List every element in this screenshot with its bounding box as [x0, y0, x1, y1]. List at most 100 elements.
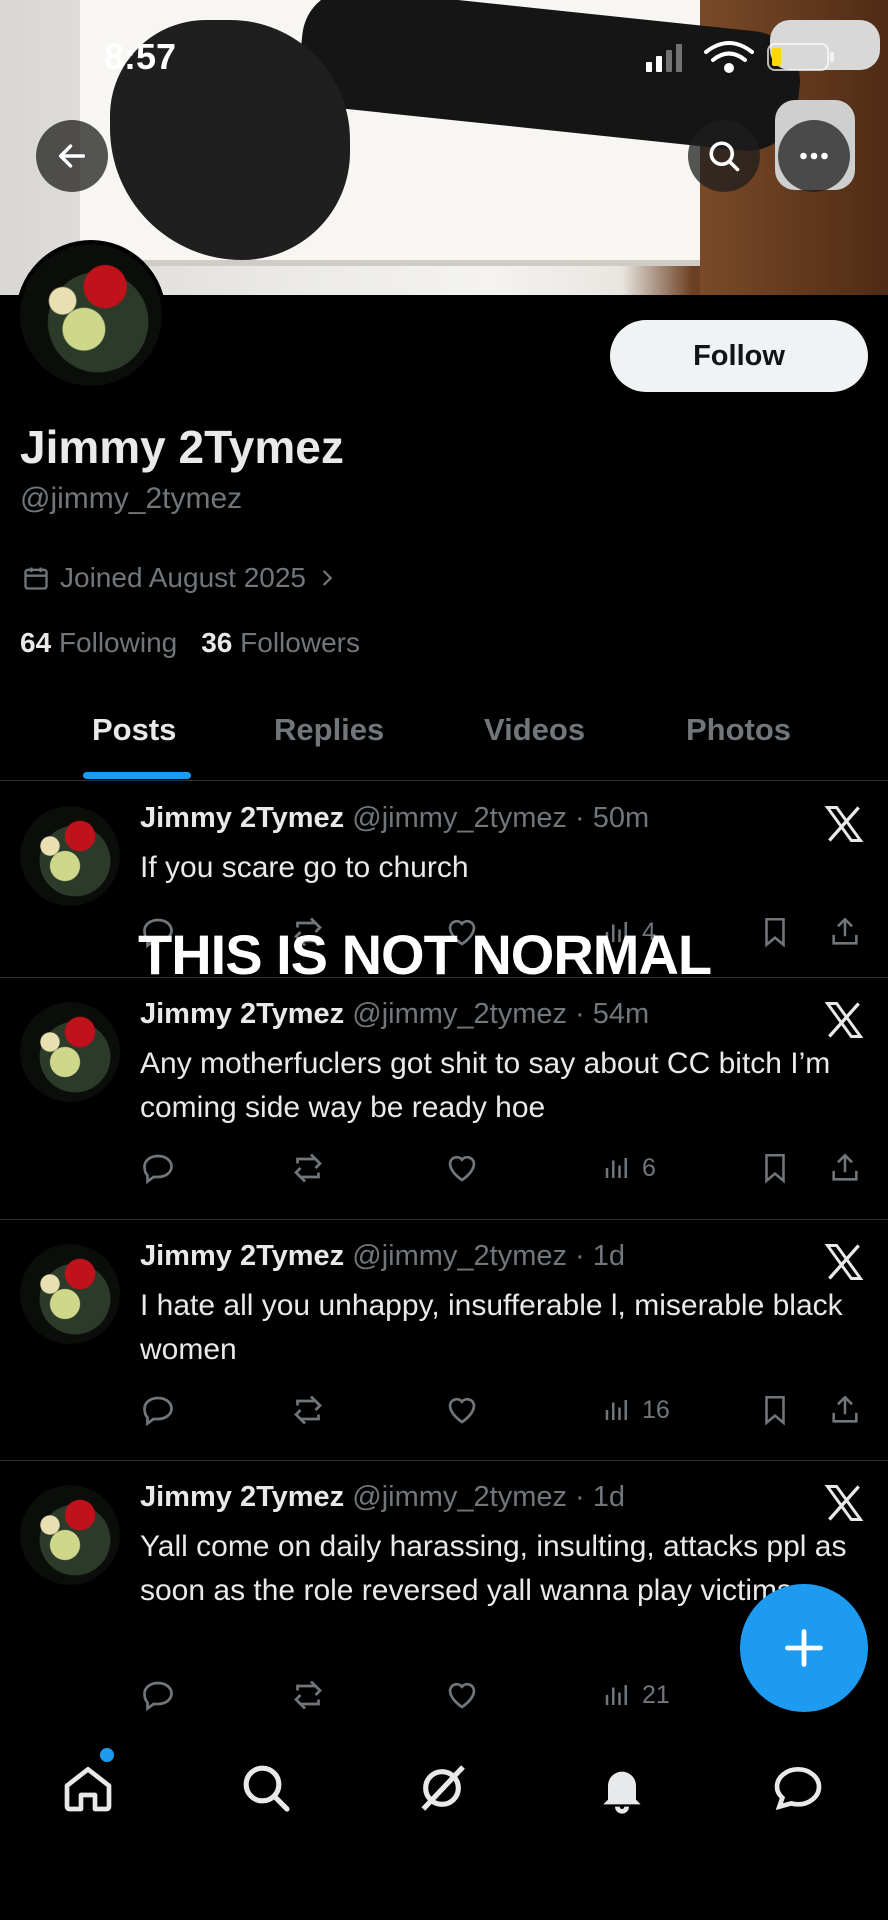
following-count: 64 — [20, 627, 52, 658]
battery-icon — [767, 43, 834, 71]
x-logo-icon — [824, 806, 864, 842]
profile-tabs: Posts Replies Videos Photos — [0, 700, 888, 781]
bookmark-icon — [765, 917, 785, 948]
heart-icon — [448, 1155, 476, 1182]
post-meta: @jimmy_2tymez · 1d — [352, 1240, 626, 1272]
nav-grok[interactable] — [414, 1760, 474, 1820]
bookmark-button[interactable] — [758, 912, 792, 952]
nav-search[interactable] — [238, 1760, 298, 1820]
post-item[interactable]: Jimmy 2Tymez @jimmy_2tymez · 1d I hate a… — [0, 1220, 888, 1461]
home-notification-dot — [100, 1748, 114, 1762]
home-icon — [64, 1767, 112, 1812]
like-button[interactable] — [444, 1390, 480, 1430]
back-arrow-icon — [58, 144, 86, 168]
share-button[interactable] — [828, 912, 862, 952]
reply-icon — [143, 1681, 173, 1712]
profile-handle: @jimmy_2tymez — [20, 482, 243, 515]
grok-icon — [421, 1765, 465, 1811]
share-icon — [832, 1395, 858, 1423]
calendar-icon — [24, 567, 48, 590]
cellular-signal-icon — [646, 44, 682, 72]
post-author-name[interactable]: Jimmy 2Tymez — [140, 1240, 344, 1272]
bookmark-button[interactable] — [758, 1148, 792, 1188]
wifi-icon — [704, 41, 754, 73]
following-label: Following — [58, 627, 178, 658]
nav-home[interactable] — [60, 1760, 120, 1820]
share-button[interactable] — [828, 1148, 862, 1188]
x-logo-icon — [824, 1002, 864, 1038]
more-button[interactable] — [778, 120, 850, 192]
post-avatar[interactable] — [20, 1002, 120, 1102]
repost-button[interactable] — [290, 1390, 326, 1430]
profile-display-name: Jimmy 2Tymez — [20, 421, 344, 473]
avatar-image — [20, 1244, 120, 1344]
bookmark-icon — [765, 1395, 785, 1426]
post-meta: @jimmy_2tymez · 50m — [352, 802, 650, 834]
views-count: 16 — [642, 1395, 670, 1424]
followers-label: Followers — [240, 627, 360, 658]
tab-replies[interactable]: Replies — [274, 712, 384, 748]
post-author-name[interactable]: Jimmy 2Tymez — [140, 1481, 344, 1513]
repost-icon — [294, 1680, 322, 1710]
post-author-name[interactable]: Jimmy 2Tymez — [140, 998, 344, 1030]
avatar-image — [20, 806, 120, 906]
post-item[interactable]: Jimmy 2Tymez @jimmy_2tymez · 54m Any mot… — [0, 978, 888, 1220]
active-tab-indicator — [83, 772, 191, 779]
post-avatar[interactable] — [20, 1244, 120, 1344]
post-text: I hate all you unhappy, insufferable l, … — [140, 1289, 843, 1366]
avatar-image — [20, 1002, 120, 1102]
followers-count: 36 — [201, 627, 233, 658]
profile-avatar[interactable] — [16, 240, 166, 390]
tab-videos[interactable]: Videos — [484, 712, 585, 748]
chevron-right-icon — [323, 570, 333, 586]
x-logo-icon — [824, 1244, 864, 1280]
repost-icon — [294, 1153, 322, 1183]
search-button[interactable] — [688, 120, 760, 192]
nav-notifications[interactable] — [594, 1760, 654, 1820]
post-text: Yall come on daily harassing, insulting,… — [140, 1530, 847, 1607]
views-count: 6 — [642, 1153, 656, 1182]
following-stat[interactable]: 64 Following — [20, 627, 177, 659]
tab-photos[interactable]: Photos — [686, 712, 791, 748]
back-button[interactable] — [36, 120, 108, 192]
avatar-image — [20, 1485, 120, 1585]
x-logo-icon — [824, 1485, 864, 1521]
post-actions: 6 — [140, 1148, 870, 1188]
follow-button[interactable]: Follow — [610, 320, 868, 392]
compose-post-button[interactable] — [740, 1584, 868, 1712]
followers-stat[interactable]: 36 Followers — [201, 627, 360, 659]
joined-label: Joined August 2025 — [60, 562, 306, 593]
joined-date[interactable]: Joined August 2025 — [22, 562, 338, 594]
post-header: Jimmy 2Tymez @jimmy_2tymez · 1d — [140, 1481, 625, 1514]
views-button[interactable]: 21 — [602, 1675, 670, 1715]
post-header: Jimmy 2Tymez @jimmy_2tymez · 50m — [140, 802, 649, 835]
search-icon — [709, 141, 740, 172]
views-button[interactable]: 6 — [602, 1148, 656, 1188]
nav-messages[interactable] — [770, 1760, 830, 1820]
like-button[interactable] — [444, 1148, 480, 1188]
repost-button[interactable] — [290, 1675, 326, 1715]
search-icon — [243, 1765, 290, 1812]
reply-button[interactable] — [140, 1148, 176, 1188]
views-button[interactable]: 16 — [602, 1390, 670, 1430]
tab-posts[interactable]: Posts — [92, 712, 176, 748]
heart-icon — [448, 1397, 476, 1424]
post-author-name[interactable]: Jimmy 2Tymez — [140, 802, 344, 834]
bookmark-icon — [765, 1153, 785, 1184]
reply-icon — [143, 1396, 173, 1427]
post-avatar[interactable] — [20, 806, 120, 906]
post-actions: 16 — [140, 1390, 870, 1430]
post-avatar[interactable] — [20, 1485, 120, 1585]
share-icon — [832, 917, 858, 945]
reply-button[interactable] — [140, 1390, 176, 1430]
reply-button[interactable] — [140, 1675, 176, 1715]
follow-stats: 64 Following 36 Followers — [20, 627, 360, 659]
like-button[interactable] — [444, 1675, 480, 1715]
avatar-image — [20, 244, 162, 386]
share-button[interactable] — [828, 1390, 862, 1430]
status-time: 8:57 — [104, 36, 177, 77]
bookmark-button[interactable] — [758, 1390, 792, 1430]
bell-icon — [603, 1771, 641, 1814]
repost-button[interactable] — [290, 1148, 326, 1188]
post-text: If you scare go to church — [140, 851, 469, 884]
